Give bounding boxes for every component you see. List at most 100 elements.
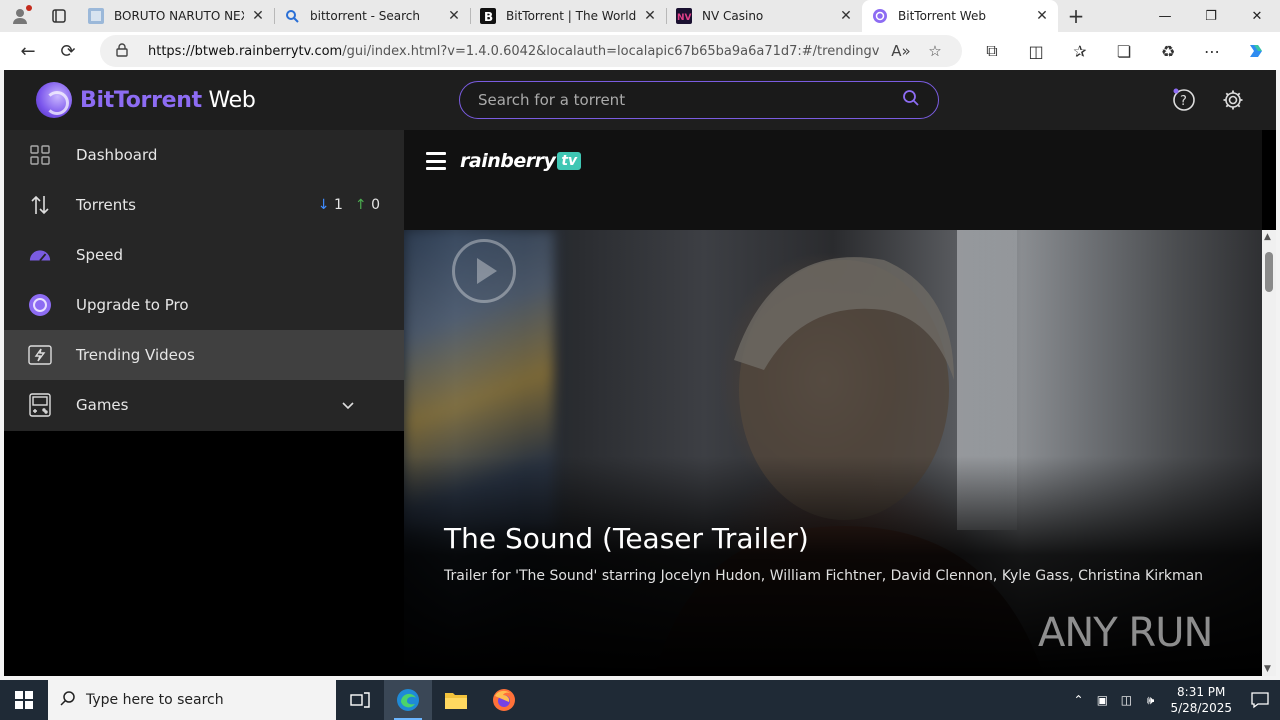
taskbar-clock[interactable]: 8:31 PM 5/28/2025 [1162,684,1240,716]
search-icon [60,690,76,710]
rainberry-tv-logo[interactable]: rainberry tv [460,150,582,172]
favorite-star-icon[interactable]: ☆ [922,42,948,60]
tab-title: BORUTO NARUTO NEXT GENERATIONS [114,9,244,23]
play-icon[interactable] [452,239,516,303]
watermark-text: ANY RUN [1038,610,1213,656]
browser-tab[interactable]: B BitTorrent | The World's Most Popular … [470,0,666,32]
download-count-value: 1 [333,197,343,213]
split-screen-icon[interactable]: ◫ [1014,32,1058,70]
bittorrent-web-logo[interactable]: BitTorrent Web [36,82,256,118]
taskbar-search-placeholder: Type here to search [86,692,224,708]
chevron-up-icon[interactable]: ⌃ [1066,693,1090,707]
read-aloud-icon[interactable]: A» [888,42,914,60]
url-path: /gui/index.html?v=1.4.0.6042&localauth=l… [342,43,880,59]
lock-icon [116,42,132,61]
notifications-icon[interactable] [1240,691,1280,709]
brand-light: Web [201,87,256,113]
edge-taskbar-icon[interactable] [384,680,432,720]
close-tab-icon[interactable]: ✕ [250,8,266,24]
profile-avatar-icon[interactable] [0,0,40,32]
help-icon[interactable]: ? [1170,86,1198,114]
tab-title: BitTorrent Web [898,9,986,23]
download-arrow-icon: ↓ [317,197,330,213]
address-bar-row: ← ⟳ https://btweb.rainberrytv.com/gui/in… [0,32,1280,70]
system-tray: ⌃ ▣ ◫ 🕪 8:31 PM 5/28/2025 [1066,680,1280,720]
sidebar-item-label: Speed [76,246,124,264]
rainberry-logo-tv: tv [557,152,582,170]
bittorrent-logo-icon [28,293,52,317]
browser-tab[interactable]: NV NV Casino ✕ [666,0,862,32]
hamburger-menu-icon[interactable] [426,152,446,170]
nv-casino-icon: NV [676,8,692,24]
extensions-icon[interactable]: ⧉ [970,32,1014,70]
tab-title: BitTorrent | The World's Most Popular To… [506,9,636,23]
svg-text:B: B [484,10,493,24]
browser-tab-active[interactable]: BitTorrent Web ✕ [862,0,1058,32]
page-scrollbar[interactable]: ▲ ▼ [1262,230,1276,676]
upload-arrow-icon: ↑ [354,197,367,213]
device-icon[interactable]: ▣ [1090,693,1114,707]
restore-icon[interactable]: ❐ [1188,0,1234,32]
close-window-icon[interactable]: ✕ [1234,0,1280,32]
tab-actions-icon[interactable] [40,0,78,32]
torrent-search-input[interactable] [478,91,902,109]
chevron-down-icon[interactable] [342,396,354,414]
gameboy-icon [28,393,52,417]
search-icon [284,8,300,24]
browser-tab[interactable]: bittorrent - Search ✕ [274,0,470,32]
brand-name: BitTorrent Web [80,88,256,113]
svg-text:NV: NV [677,13,692,23]
search-icon[interactable] [902,89,920,111]
brand-bold: BitTorrent [80,87,202,113]
windows-taskbar: Type here to search ⌃ ▣ ◫ 🕪 8:31 PM 5/28… [0,680,1280,720]
network-icon[interactable]: ◫ [1114,693,1138,707]
minimize-icon[interactable]: — [1142,0,1188,32]
scroll-down-icon[interactable]: ▼ [1264,664,1271,674]
sidebar-item-games[interactable]: Games [4,380,404,430]
task-view-icon[interactable] [336,680,384,720]
anyrun-watermark: ANY RUN [1038,610,1213,656]
close-tab-icon[interactable]: ✕ [642,8,658,24]
copilot-icon[interactable] [1234,32,1278,70]
upload-count: ↑ 0 [355,197,380,213]
sidebar-item-speed[interactable]: Speed [4,230,404,280]
refresh-icon[interactable]: ⟳ [48,32,88,70]
rainberry-header: rainberry tv [404,130,1262,230]
close-tab-icon[interactable]: ✕ [838,8,854,24]
bittorrent-logo-icon [36,82,72,118]
scroll-up-icon[interactable]: ▲ [1264,232,1271,242]
sidebar-item-trending-videos[interactable]: Trending Videos [4,330,404,380]
collections-icon[interactable]: ❏ [1102,32,1146,70]
back-icon[interactable]: ← [8,32,48,70]
svg-text:?: ? [1180,94,1187,109]
scrollbar-thumb[interactable] [1265,252,1273,292]
performance-icon[interactable]: ♻ [1146,32,1190,70]
windows-start-icon[interactable] [0,680,48,720]
volume-icon[interactable]: 🕪 [1138,693,1162,708]
more-menu-icon[interactable]: ⋯ [1190,32,1234,70]
file-explorer-icon[interactable] [432,680,480,720]
close-tab-icon[interactable]: ✕ [446,8,462,24]
trending-videos-panel: rainberry tv The Sound (Teaser Trailer) … [404,130,1262,676]
browser-tab-bar: BORUTO NARUTO NEXT GENERATIONS ✕ bittorr… [0,0,1280,32]
sidebar-item-upgrade-pro[interactable]: Upgrade to Pro [4,280,404,330]
bittorrent-b-icon: B [480,8,496,24]
sidebar-nav: Dashboard Torrents ↓ 1 ↑ 0 Speed Upgrade… [4,130,404,431]
browser-tab[interactable]: BORUTO NARUTO NEXT GENERATIONS ✕ [78,0,274,32]
sidebar-item-label: Trending Videos [76,346,195,364]
sidebar-item-dashboard[interactable]: Dashboard [4,130,404,180]
firefox-icon[interactable] [480,680,528,720]
video-player[interactable]: The Sound (Teaser Trailer) Trailer for '… [404,230,1262,676]
sidebar-item-torrents[interactable]: Torrents ↓ 1 ↑ 0 [4,180,404,230]
sidebar-item-label: Torrents [76,196,136,214]
favorites-icon[interactable]: ✰ [1058,32,1102,70]
upload-count-value: 0 [371,197,380,213]
dashboard-grid-icon [28,143,52,167]
new-tab-icon[interactable]: + [1058,0,1094,32]
taskbar-search-box[interactable]: Type here to search [48,680,336,720]
url-field[interactable]: https://btweb.rainberrytv.com/gui/index.… [100,35,962,67]
settings-gear-icon[interactable] [1219,86,1247,114]
close-tab-icon[interactable]: ✕ [1034,8,1050,24]
torrent-counts: ↓ 1 ↑ 0 [318,197,380,213]
bittorrent-web-app: BitTorrent Web ? Dashboard Torrents ↓ 1 … [4,70,1276,676]
